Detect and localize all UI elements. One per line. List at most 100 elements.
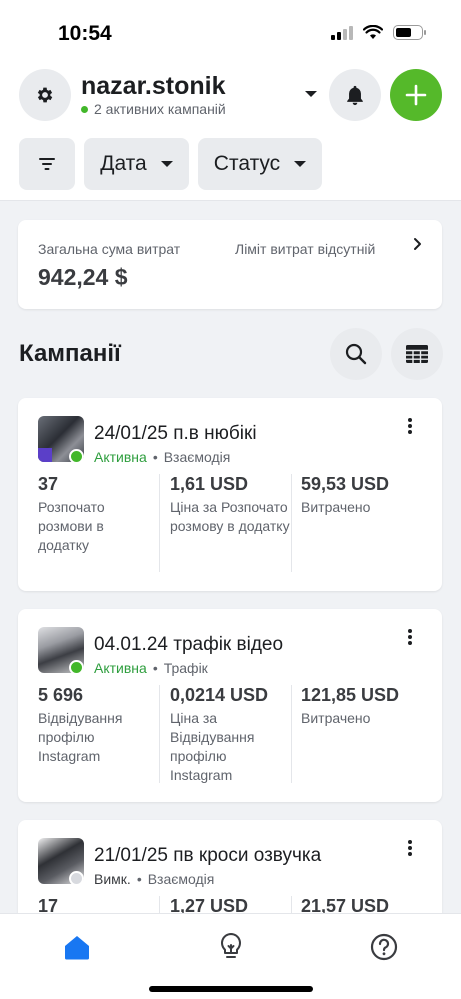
campaign-objective: Трафік	[163, 660, 208, 676]
metric-amount-spent: 59,53 USD Витрачено	[301, 474, 421, 517]
gear-icon	[37, 87, 53, 103]
account-subtitle: 2 активних кампаній	[81, 101, 226, 117]
date-filter-dropdown[interactable]: Дата	[84, 138, 189, 190]
campaign-meta: Активна • Взаємодія	[94, 449, 230, 465]
lightbulb-icon	[221, 933, 241, 958]
chevron-right-icon	[414, 238, 421, 250]
home-icon	[65, 936, 89, 960]
notifications-button[interactable]	[329, 69, 381, 121]
date-filter-label: Дата	[100, 152, 147, 175]
metric-results: 17	[38, 896, 158, 913]
more-icon	[408, 418, 412, 434]
more-icon	[408, 840, 412, 856]
metric-divider	[291, 474, 292, 572]
status-indicator	[69, 660, 84, 675]
campaign-card[interactable]: 24/01/25 п.в нюбікі Активна • Взаємодія …	[18, 398, 442, 591]
account-header: nazar.stonik 2 активних кампаній	[0, 68, 461, 138]
campaigns-heading: Кампанії	[19, 340, 121, 367]
filter-button[interactable]	[19, 138, 75, 190]
metric-divider	[159, 474, 160, 572]
metric-value: 17	[38, 896, 59, 913]
status-filter-label: Статус	[213, 152, 281, 175]
campaign-more-button[interactable]	[400, 627, 420, 647]
nav-home[interactable]	[62, 932, 92, 962]
metric-value: 21,57 USD	[301, 896, 390, 913]
campaign-objective: Взаємодія	[163, 449, 231, 465]
campaign-name: 04.01.24 трафік відео	[94, 634, 284, 655]
campaign-card[interactable]: 21/01/25 пв кроси озвучка Вимк. • Взаємо…	[18, 820, 442, 913]
caret-down-icon	[305, 91, 317, 97]
metric-amount-spent: 121,85 USD Витрачено	[301, 685, 421, 728]
metric-value: 37	[38, 474, 59, 494]
metric-amount-spent: 21,57 USD	[301, 896, 421, 913]
caret-down-icon	[294, 161, 307, 167]
settings-button[interactable]	[19, 69, 71, 121]
clock: 10:54	[58, 22, 112, 45]
table-icon	[406, 345, 428, 363]
metric-divider	[291, 685, 292, 783]
metric-label: Витрачено	[301, 499, 371, 515]
metric-value: 1,61 USD	[170, 474, 249, 494]
battery-icon	[393, 24, 426, 40]
campaign-meta: Вимк. • Взаємодія	[94, 871, 214, 887]
metric-label: Витрачено	[301, 710, 371, 726]
metric-value: 5 696	[38, 685, 84, 705]
nav-help[interactable]	[369, 932, 399, 962]
create-campaign-button[interactable]	[390, 69, 442, 121]
nav-insights[interactable]	[216, 932, 246, 962]
meta-separator: •	[152, 449, 158, 465]
wifi-icon	[363, 24, 383, 39]
active-dot-icon	[81, 105, 88, 113]
campaign-name: 21/01/25 пв кроси озвучка	[94, 845, 322, 866]
search-button[interactable]	[330, 328, 382, 380]
metric-label: Розпочато розмови в додатку	[38, 499, 105, 553]
metric-value: 0,0214 USD	[170, 685, 269, 705]
total-spend-label: Загальна сума витрат	[38, 241, 181, 257]
metric-cost-per-result: 1,27 USD	[170, 896, 290, 913]
caret-down-icon	[160, 161, 173, 167]
campaign-name: 24/01/25 п.в нюбікі	[94, 423, 257, 444]
metric-divider	[291, 896, 292, 913]
metric-results: 5 696 Відвідування профілю Instagram	[38, 685, 158, 766]
status-icons	[331, 24, 426, 40]
metric-cost-per-result: 0,0214 USD Ціна за Відвідування профілю …	[170, 685, 290, 785]
main-content: Загальна сума витрат 942,24 $ Ліміт витр…	[0, 201, 461, 913]
account-switcher-caret[interactable]	[304, 86, 318, 104]
metric-results: 37 Розпочато розмови в додатку	[38, 474, 158, 555]
more-icon	[408, 629, 412, 645]
home-indicator	[149, 986, 313, 992]
campaign-card[interactable]: 04.01.24 трафік відео Активна • Трафік 5…	[18, 609, 442, 802]
total-spend-value: 942,24 $	[38, 264, 128, 290]
campaign-more-button[interactable]	[400, 838, 420, 858]
help-icon	[370, 933, 398, 961]
search-icon	[345, 343, 367, 365]
campaign-more-button[interactable]	[400, 416, 420, 436]
status-indicator	[69, 871, 84, 886]
metric-label: Ціна за Розпочато розмову в додатку	[170, 499, 290, 534]
metric-cost-per-result: 1,61 USD Ціна за Розпочато розмову в дод…	[170, 474, 290, 536]
bell-icon	[347, 85, 363, 106]
campaign-status: Активна	[94, 449, 147, 465]
bottom-navigation	[0, 913, 461, 999]
spend-limit-text: Ліміт витрат відсутній	[235, 241, 376, 257]
status-indicator	[69, 449, 84, 464]
filter-icon	[39, 158, 55, 170]
account-name[interactable]: nazar.stonik	[81, 72, 226, 101]
active-campaigns-count: 2 активних кампаній	[94, 101, 226, 117]
campaign-objective: Взаємодія	[147, 871, 215, 887]
metric-label: Ціна за Відвідування профілю Instagram	[170, 710, 255, 783]
status-filter-dropdown[interactable]: Статус	[198, 138, 322, 190]
table-view-button[interactable]	[391, 328, 443, 380]
metric-divider	[159, 896, 160, 913]
metric-label: Відвідування профілю Instagram	[38, 710, 123, 764]
meta-separator: •	[152, 660, 158, 676]
campaign-status: Вимк.	[94, 871, 131, 887]
metric-value: 59,53 USD	[301, 474, 390, 494]
plus-icon	[405, 84, 427, 106]
metric-value: 121,85 USD	[301, 685, 400, 705]
filter-bar: Дата Статус	[0, 138, 461, 201]
spend-summary-card[interactable]: Загальна сума витрат 942,24 $ Ліміт витр…	[18, 220, 442, 309]
metric-value: 1,27 USD	[170, 896, 249, 913]
meta-separator: •	[136, 871, 142, 887]
status-bar: 10:54	[0, 0, 461, 68]
